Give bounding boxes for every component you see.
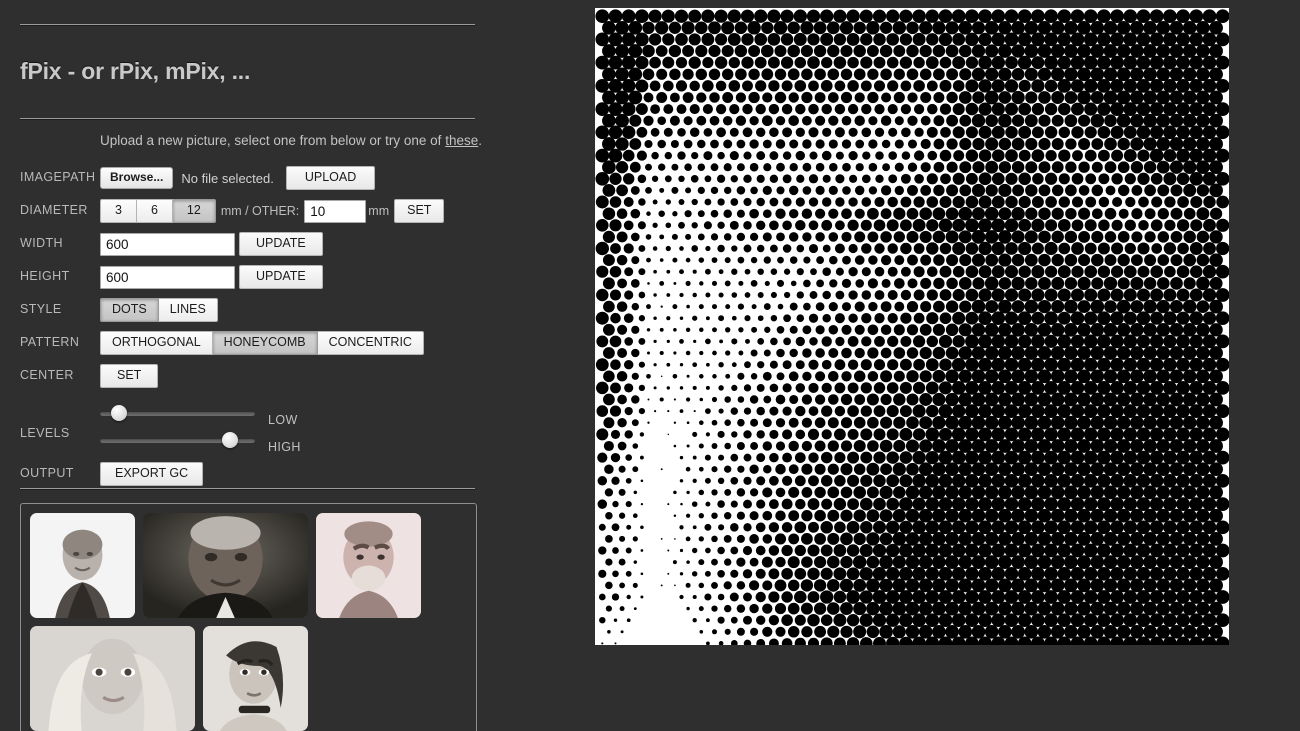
sample-image-gallery <box>20 503 477 731</box>
portrait-man-white-background-icon <box>30 513 135 618</box>
divider-top <box>20 24 475 25</box>
width-controls: UPDATE <box>100 232 323 256</box>
diameter-option-3[interactable]: 3 <box>100 199 137 223</box>
label-diameter: DIAMETER <box>20 203 88 217</box>
row-levels: LEVELS LOW HIGH <box>0 402 500 462</box>
levels-controls: LOW HIGH <box>100 404 300 454</box>
gallery-thumb-4[interactable] <box>30 626 195 731</box>
divider-under-title <box>20 118 475 119</box>
label-levels: LEVELS <box>20 426 70 440</box>
portrait-connery-icon <box>316 513 421 618</box>
height-update-button[interactable]: UPDATE <box>239 265 323 289</box>
upload-button[interactable]: UPLOAD <box>285 166 376 190</box>
control-panel: fPix - or rPix, mPix, ... Upload a new p… <box>0 0 500 731</box>
gallery-thumb-5[interactable] <box>203 626 308 731</box>
row-width: WIDTH UPDATE <box>0 232 500 265</box>
examples-link[interactable]: these <box>445 133 478 148</box>
pattern-option-orthogonal[interactable]: ORTHOGONAL <box>100 331 213 355</box>
diameter-option-12[interactable]: 12 <box>172 199 216 223</box>
diameter-segmented-group: 3 6 12 <box>100 199 216 223</box>
row-imagepath: IMAGEPATH Browse... No file selected. UPLO… <box>0 166 500 199</box>
label-output: OUTPUT <box>20 466 74 480</box>
levels-high-thumb[interactable] <box>222 432 239 448</box>
upload-hint: Upload a new picture, select one from be… <box>100 133 482 148</box>
row-diameter: DIAMETER 3612 mm / OTHER: mm SET <box>0 199 500 232</box>
upload-hint-row: Upload a new picture, select one from be… <box>0 133 500 166</box>
gallery-thumb-3[interactable] <box>316 513 421 618</box>
pattern-segmented-group: ORTHOGONAL HONEYCOMB CONCENTRIC <box>100 331 424 355</box>
gallery-thumb-2[interactable] <box>143 513 308 618</box>
row-center: CENTER SET <box>0 364 500 402</box>
levels-low-slider[interactable]: LOW <box>100 404 297 427</box>
height-controls: UPDATE <box>100 265 323 289</box>
label-height: HEIGHT <box>20 269 70 283</box>
label-center: CENTER <box>20 368 74 382</box>
style-segmented-group: DOTS LINES <box>100 298 218 322</box>
halftone-dots-preview <box>595 8 1229 645</box>
output-controls: EXPORT GC <box>100 462 204 486</box>
divider-above-gallery <box>20 488 475 489</box>
row-pattern: PATTERN ORTHOGONAL HONEYCOMB CONCENTRIC <box>0 331 500 364</box>
row-style: STYLE DOTS LINES <box>0 298 500 331</box>
width-update-button[interactable]: UPDATE <box>239 232 323 256</box>
pattern-controls: ORTHOGONAL HONEYCOMB CONCENTRIC <box>100 331 424 355</box>
label-style: STYLE <box>20 302 62 316</box>
row-output: OUTPUT EXPORT GC <box>0 462 500 496</box>
style-option-dots[interactable]: DOTS <box>100 298 159 322</box>
center-set-button[interactable]: SET <box>100 364 159 388</box>
export-gc-button[interactable]: EXPORT GC <box>100 462 204 486</box>
pattern-option-concentric[interactable]: CONCENTRIC <box>317 331 424 355</box>
browse-button[interactable]: Browse... <box>100 167 174 189</box>
portrait-mandela-icon <box>143 513 308 618</box>
diameter-unit-label: mm / OTHER: <box>220 204 300 218</box>
halftone-canvas[interactable] <box>595 8 1229 645</box>
label-imagepath: IMAGEPATH <box>20 170 96 184</box>
width-input[interactable] <box>100 232 235 256</box>
levels-low-thumb[interactable] <box>111 405 128 421</box>
style-controls: DOTS LINES <box>100 298 218 322</box>
levels-low-caption: LOW <box>268 413 298 427</box>
diameter-other-unit: mm <box>368 204 390 218</box>
levels-high-caption: HIGH <box>268 440 301 454</box>
imagepath-controls: Browse... No file selected. UPLOAD <box>100 166 376 190</box>
portrait-blonde-woman-icon <box>30 626 195 731</box>
upload-hint-text-after: . <box>478 133 482 148</box>
diameter-other-input[interactable] <box>304 199 367 223</box>
diameter-controls: 3612 mm / OTHER: mm SET <box>100 199 445 223</box>
diameter-option-6[interactable]: 6 <box>136 199 173 223</box>
page-title: fPix - or rPix, mPix, ... <box>20 58 251 84</box>
row-height: HEIGHT UPDATE <box>0 265 500 298</box>
diameter-set-button[interactable]: SET <box>394 199 445 223</box>
levels-high-slider[interactable]: HIGH <box>100 431 300 454</box>
pattern-option-honeycomb[interactable]: HONEYCOMB <box>212 331 318 355</box>
label-pattern: PATTERN <box>20 335 80 349</box>
selected-file-status: No file selected. <box>181 170 274 186</box>
height-input[interactable] <box>100 265 235 289</box>
center-controls: SET <box>100 364 159 388</box>
style-option-lines[interactable]: LINES <box>158 298 218 322</box>
label-width: WIDTH <box>20 236 63 250</box>
portrait-young-woman-icon <box>203 626 308 731</box>
app-root: fPix - or rPix, mPix, ... Upload a new p… <box>0 0 1300 731</box>
upload-hint-text-before: Upload a new picture, select one from be… <box>100 133 446 148</box>
gallery-thumb-1[interactable] <box>30 513 135 618</box>
settings-form: Upload a new picture, select one from be… <box>0 133 500 496</box>
